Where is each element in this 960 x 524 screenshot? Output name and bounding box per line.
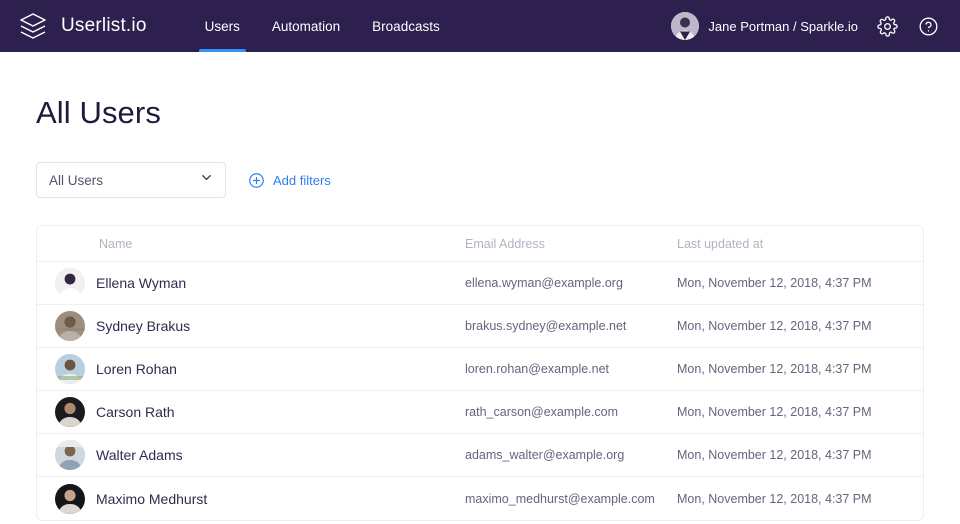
add-filters-button[interactable]: Add filters <box>248 172 331 189</box>
table-row[interactable]: Ellena Wyman ellena.wyman@example.org Mo… <box>37 262 923 305</box>
user-name: Carson Rath <box>96 404 175 420</box>
avatar <box>55 354 85 384</box>
nav-item-broadcasts-label: Broadcasts <box>372 19 440 34</box>
page-body: All Users All Users Add filters <box>0 52 960 521</box>
top-navigation-bar: Userlist.io Users Automation Broadcasts … <box>0 0 960 52</box>
user-name: Walter Adams <box>96 447 183 463</box>
user-updated-at: Mon, November 12, 2018, 4:37 PM <box>677 448 923 462</box>
help-circle-icon[interactable] <box>916 14 940 38</box>
nav-item-broadcasts[interactable]: Broadcasts <box>356 0 456 52</box>
user-updated-at: Mon, November 12, 2018, 4:37 PM <box>677 319 923 333</box>
toolbar: All Users Add filters <box>36 162 924 198</box>
chevron-down-icon <box>199 170 214 190</box>
user-name: Sydney Brakus <box>96 318 190 334</box>
user-name: Loren Rohan <box>96 361 177 377</box>
user-email: ellena.wyman@example.org <box>465 276 677 290</box>
user-updated-at: Mon, November 12, 2018, 4:37 PM <box>677 362 923 376</box>
user-email: rath_carson@example.com <box>465 405 677 419</box>
user-email: loren.rohan@example.net <box>465 362 677 376</box>
user-updated-at: Mon, November 12, 2018, 4:37 PM <box>677 405 923 419</box>
table-row[interactable]: Maximo Medhurst maximo_medhurst@example.… <box>37 477 923 520</box>
brand[interactable]: Userlist.io <box>16 9 147 43</box>
main-nav: Users Automation Broadcasts <box>189 0 456 52</box>
account-name: Jane Portman / Sparkle.io <box>708 19 858 34</box>
table-row[interactable]: Sydney Brakus brakus.sydney@example.net … <box>37 305 923 348</box>
users-table: Name Email Address Last updated at Ellen… <box>36 225 924 521</box>
nav-item-automation[interactable]: Automation <box>256 0 356 52</box>
nav-item-automation-label: Automation <box>272 19 340 34</box>
brand-name: Userlist.io <box>61 15 147 37</box>
user-updated-at: Mon, November 12, 2018, 4:37 PM <box>677 276 923 290</box>
avatar <box>55 484 85 514</box>
nav-item-users-label: Users <box>205 19 240 34</box>
column-header-email: Email Address <box>465 237 677 251</box>
gear-icon[interactable] <box>875 14 899 38</box>
table-row[interactable]: Carson Rath rath_carson@example.com Mon,… <box>37 391 923 434</box>
page-title: All Users <box>36 52 924 131</box>
avatar <box>671 12 699 40</box>
column-header-name: Name <box>55 237 465 251</box>
segment-select-value: All Users <box>49 173 103 188</box>
table-row[interactable]: Loren Rohan loren.rohan@example.net Mon,… <box>37 348 923 391</box>
column-header-updated: Last updated at <box>677 237 923 251</box>
stacked-layers-icon <box>16 9 50 43</box>
user-email: adams_walter@example.org <box>465 448 677 462</box>
user-name: Ellena Wyman <box>96 275 186 291</box>
table-header-row: Name Email Address Last updated at <box>37 226 923 262</box>
segment-select[interactable]: All Users <box>36 162 226 198</box>
user-email: brakus.sydney@example.net <box>465 319 677 333</box>
avatar <box>55 311 85 341</box>
user-updated-at: Mon, November 12, 2018, 4:37 PM <box>677 492 923 506</box>
avatar <box>55 268 85 298</box>
account-menu[interactable]: Jane Portman / Sparkle.io <box>671 12 858 40</box>
plus-circle-icon <box>248 172 265 189</box>
avatar <box>55 440 85 470</box>
header-right-group: Jane Portman / Sparkle.io <box>671 12 940 40</box>
table-row[interactable]: Walter Adams adams_walter@example.org Mo… <box>37 434 923 477</box>
user-name: Maximo Medhurst <box>96 491 207 507</box>
nav-item-users[interactable]: Users <box>189 0 256 52</box>
user-email: maximo_medhurst@example.com <box>465 492 677 506</box>
avatar <box>55 397 85 427</box>
add-filters-label: Add filters <box>273 173 331 188</box>
